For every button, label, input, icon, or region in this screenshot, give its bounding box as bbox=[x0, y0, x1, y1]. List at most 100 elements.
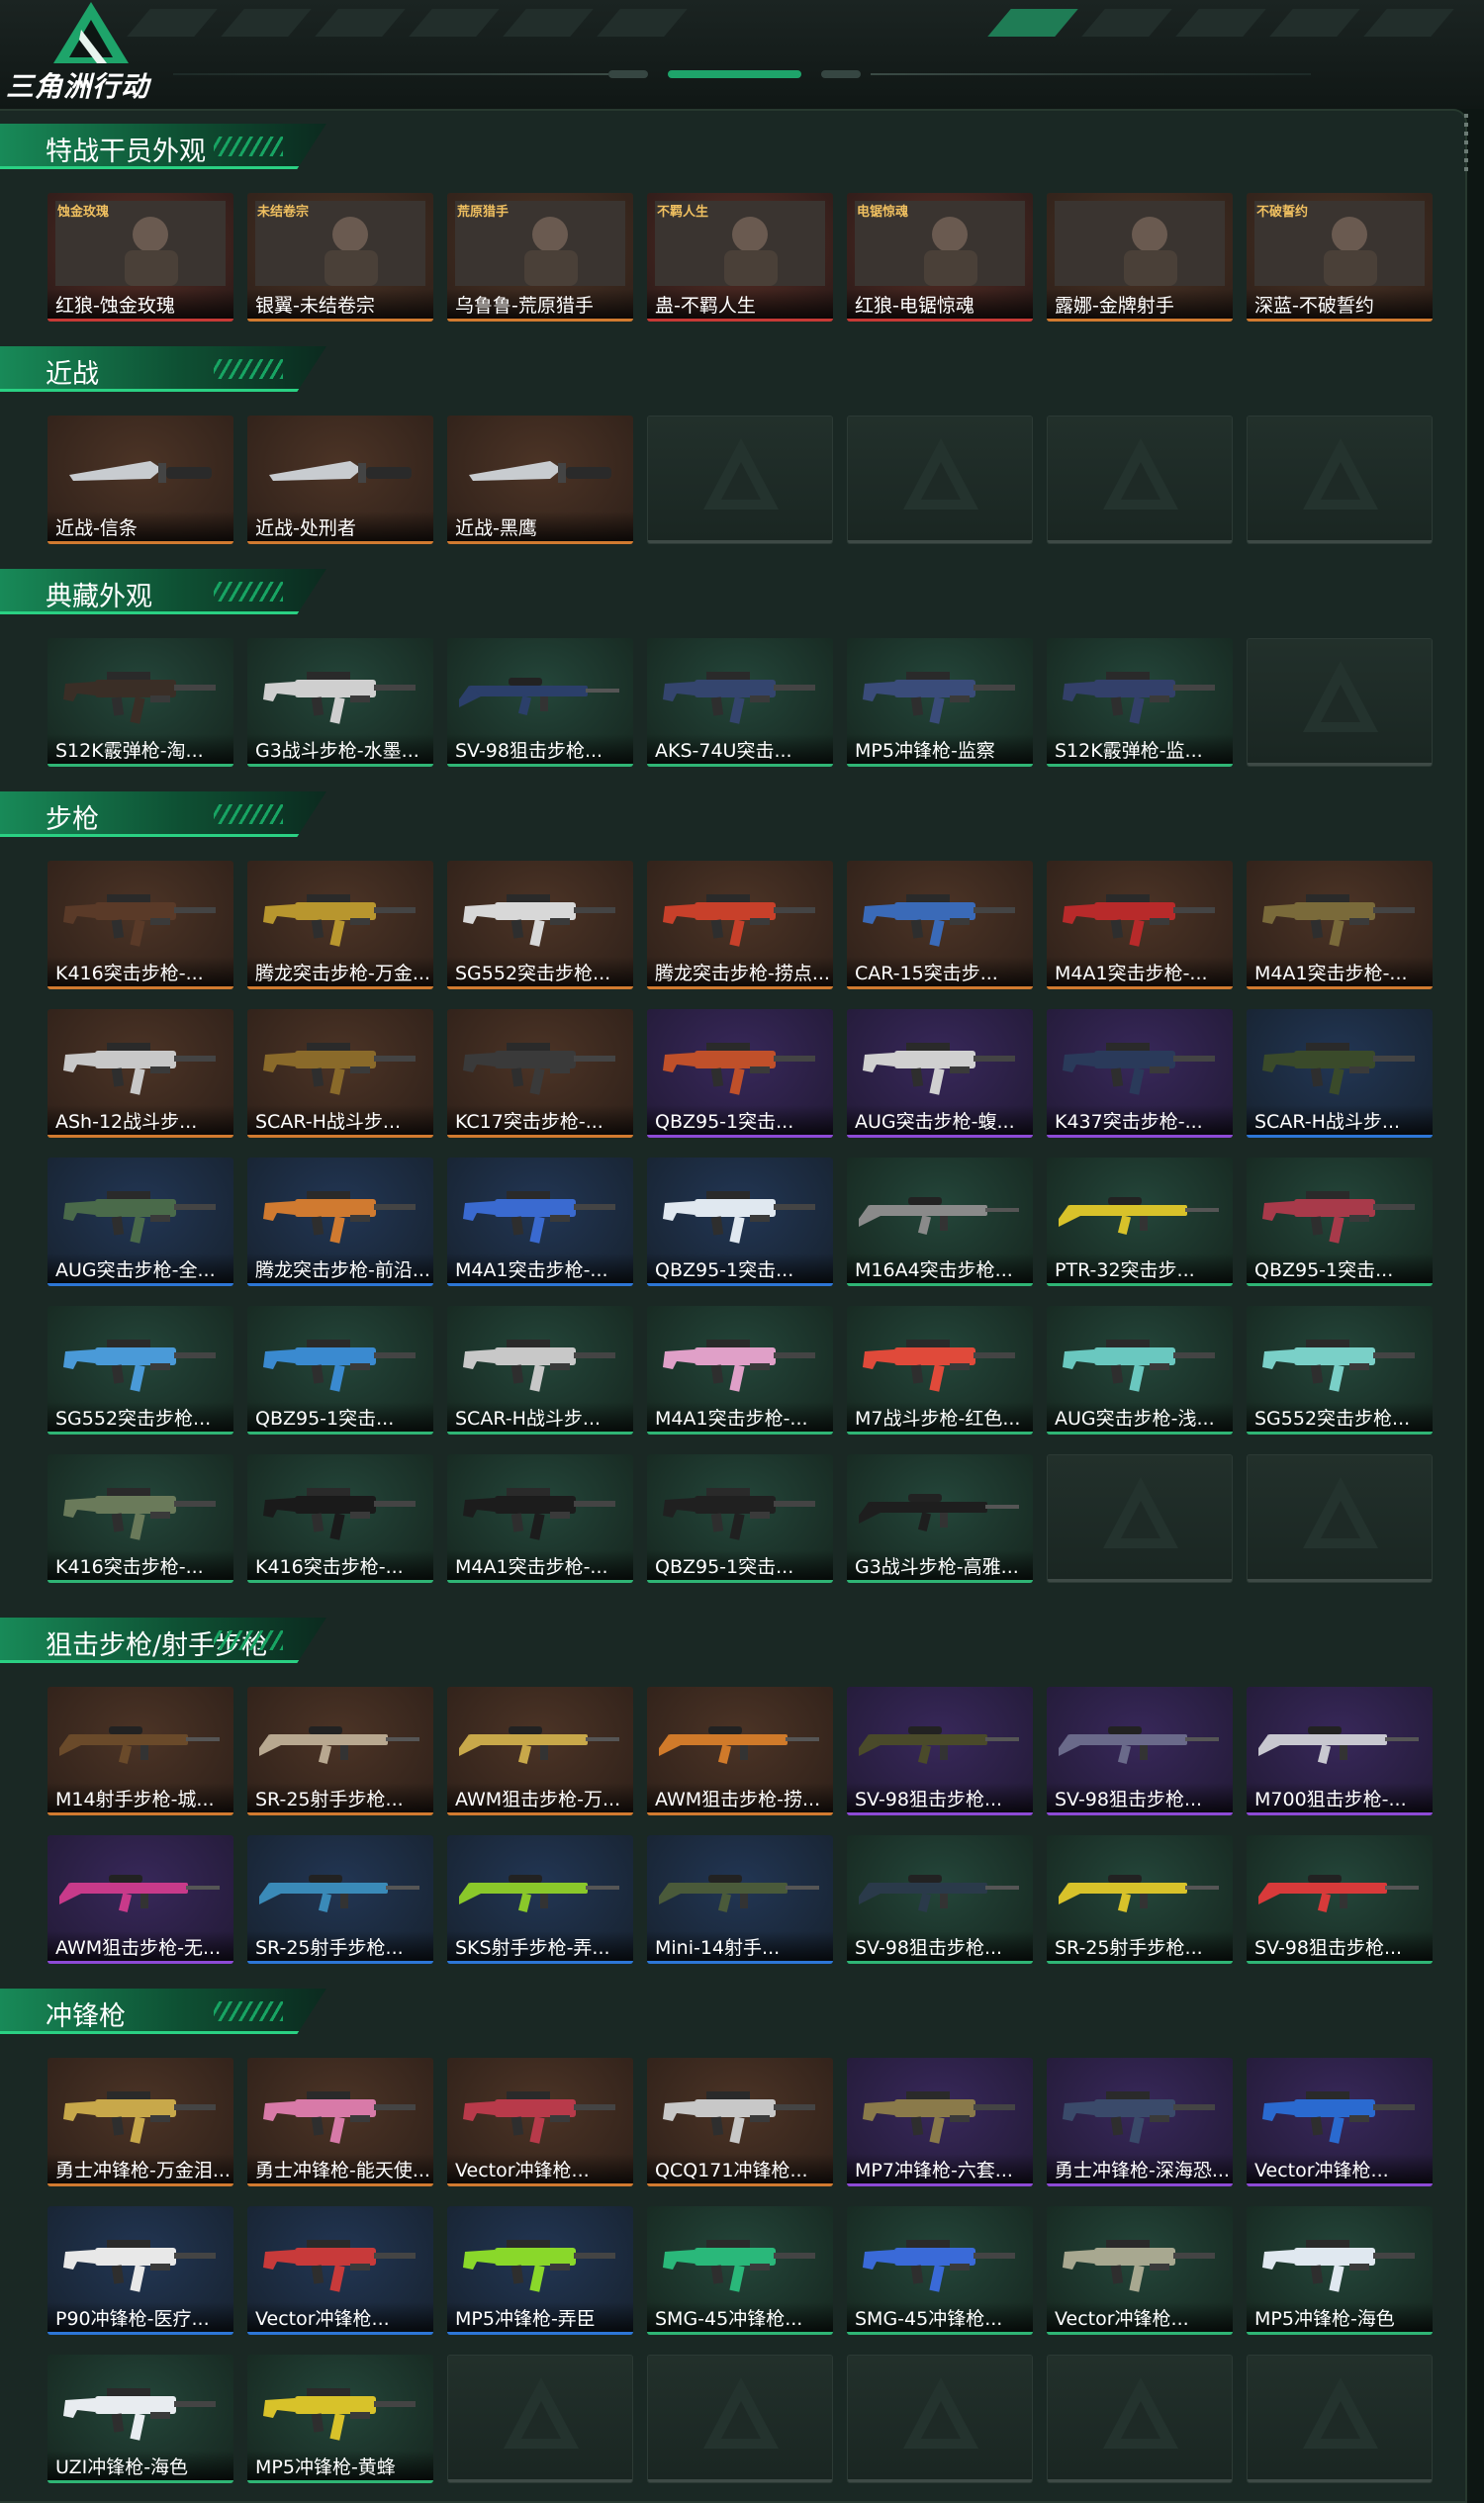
skin-card[interactable]: M4A1突击步枪-... bbox=[1047, 861, 1233, 989]
skin-card[interactable]: 荒原猎手 乌鲁鲁-荒原猎手 bbox=[447, 193, 633, 322]
skin-card[interactable]: 勇士冲锋枪-万金泪... bbox=[47, 2058, 233, 2186]
skin-card[interactable]: SCAR-H战斗步... bbox=[1247, 1009, 1433, 1138]
skin-card[interactable]: M16A4突击步枪... bbox=[847, 1158, 1033, 1286]
skin-card[interactable]: AWM狙击步枪-万... bbox=[447, 1687, 633, 1815]
card-label: M4A1突击步枪-... bbox=[447, 1550, 633, 1580]
rarity-bar bbox=[1247, 1135, 1433, 1138]
skin-card[interactable]: Vector冲锋枪... bbox=[447, 2058, 633, 2186]
skin-card[interactable]: P90冲锋枪-医疗... bbox=[47, 2206, 233, 2335]
skin-card[interactable]: MP5冲锋枪-监察 bbox=[847, 638, 1033, 767]
skin-card[interactable]: SMG-45冲锋枪... bbox=[847, 2206, 1033, 2335]
rarity-bar bbox=[247, 1812, 433, 1815]
card-label: SR-25射手步枪... bbox=[1047, 1931, 1233, 1961]
skin-card[interactable]: 勇士冲锋枪-深海恐... bbox=[1047, 2058, 1233, 2186]
skin-card[interactable]: M4A1突击步枪-... bbox=[447, 1158, 633, 1286]
weapon-image bbox=[1262, 2091, 1415, 2144]
skin-card[interactable]: MP5冲锋枪-黄蜂 bbox=[247, 2355, 433, 2483]
rarity-bar bbox=[847, 986, 1033, 989]
skin-card[interactable]: SV-98狙击步枪... bbox=[847, 1687, 1033, 1815]
skin-card[interactable]: 蚀金玫瑰 红狼-蚀金玫瑰 bbox=[47, 193, 233, 322]
skin-card[interactable]: K416突击步枪-... bbox=[247, 1454, 433, 1583]
skin-card[interactable]: S12K霰弹枪-淘... bbox=[47, 638, 233, 767]
skin-card[interactable]: K416突击步枪-... bbox=[47, 861, 233, 989]
skin-card[interactable]: 不羁人生 蛊-不羁人生 bbox=[647, 193, 833, 322]
skin-card[interactable]: AWM狙击步枪-无... bbox=[47, 1835, 233, 1964]
skin-card[interactable]: 不破誓约 深蓝-不破誓约 bbox=[1247, 193, 1433, 322]
skin-card[interactable]: SV-98狙击步枪... bbox=[847, 1835, 1033, 1964]
skin-card[interactable]: KC17突击步枪-... bbox=[447, 1009, 633, 1138]
skin-card[interactable]: SR-25射手步枪... bbox=[247, 1687, 433, 1815]
skin-card[interactable]: UZI冲锋枪-海色 bbox=[47, 2355, 233, 2483]
skin-card[interactable]: QBZ95-1突击... bbox=[647, 1009, 833, 1138]
skin-card[interactable]: M4A1突击步枪-... bbox=[1247, 861, 1433, 989]
card-label: 勇士冲锋枪-万金泪... bbox=[47, 2154, 233, 2183]
skin-card[interactable]: QBZ95-1突击... bbox=[247, 1306, 433, 1435]
rarity-bar bbox=[247, 1580, 433, 1583]
skin-card[interactable]: SCAR-H战斗步... bbox=[447, 1306, 633, 1435]
skin-card[interactable]: 电锯惊魂 红狼-电锯惊魂 bbox=[847, 193, 1033, 322]
skin-card[interactable]: Vector冲锋枪... bbox=[1047, 2206, 1233, 2335]
scrollbar[interactable] bbox=[1464, 114, 1468, 173]
skin-card[interactable]: M4A1突击步枪-... bbox=[647, 1306, 833, 1435]
skin-card[interactable]: AUG突击步枪-浅... bbox=[1047, 1306, 1233, 1435]
skin-card[interactable]: Vector冲锋枪... bbox=[1247, 2058, 1433, 2186]
skin-card[interactable]: SG552突击步枪... bbox=[447, 861, 633, 989]
skin-card[interactable]: AUG突击步枪-蝮... bbox=[847, 1009, 1033, 1138]
skin-card[interactable]: SV-98狙击步枪... bbox=[1047, 1687, 1233, 1815]
weapon-image bbox=[463, 1191, 615, 1244]
rarity-bar bbox=[247, 2480, 433, 2483]
section-header-stripes bbox=[214, 582, 283, 602]
rarity-bar bbox=[647, 319, 833, 322]
skin-card[interactable]: SR-25射手步枪... bbox=[247, 1835, 433, 1964]
skin-card[interactable]: M4A1突击步枪-... bbox=[447, 1454, 633, 1583]
skin-card[interactable]: SR-25射手步枪... bbox=[1047, 1835, 1233, 1964]
weapon-image bbox=[263, 1191, 416, 1244]
skin-card[interactable]: PTR-32突击步... bbox=[1047, 1158, 1233, 1286]
skin-card[interactable]: M700狙击步枪-... bbox=[1247, 1687, 1433, 1815]
skin-card[interactable]: 腾龙突击步枪-前沿... bbox=[247, 1158, 433, 1286]
skin-card[interactable]: SV-98狙击步枪... bbox=[447, 638, 633, 767]
skin-card[interactable]: QBZ95-1突击... bbox=[647, 1454, 833, 1583]
skin-card[interactable]: 腾龙突击步枪-万金... bbox=[247, 861, 433, 989]
skin-card[interactable]: QBZ95-1突击... bbox=[647, 1158, 833, 1286]
rarity-bar bbox=[1047, 319, 1233, 322]
skin-card[interactable]: M7战斗步枪-红色... bbox=[847, 1306, 1033, 1435]
skin-card[interactable]: SMG-45冲锋枪... bbox=[647, 2206, 833, 2335]
skin-card[interactable]: K416突击步枪-... bbox=[47, 1454, 233, 1583]
skin-card[interactable]: SG552突击步枪... bbox=[47, 1306, 233, 1435]
skin-card[interactable]: AUG突击步枪-全... bbox=[47, 1158, 233, 1286]
card-label: SV-98狙击步枪... bbox=[1247, 1931, 1433, 1961]
card-label: SV-98狙击步枪... bbox=[847, 1931, 1033, 1961]
skin-card[interactable]: QCQ171冲锋枪... bbox=[647, 2058, 833, 2186]
skin-card[interactable]: QBZ95-1突击... bbox=[1247, 1158, 1433, 1286]
skin-card[interactable]: 近战-处刑者 bbox=[247, 416, 433, 544]
skin-card[interactable]: SV-98狙击步枪... bbox=[1247, 1835, 1433, 1964]
skin-card[interactable]: K437突击步枪-... bbox=[1047, 1009, 1233, 1138]
skin-card[interactable]: S12K霰弹枪-监... bbox=[1047, 638, 1233, 767]
skin-card[interactable]: MP5冲锋枪-海色 bbox=[1247, 2206, 1433, 2335]
card-label: 腾龙突击步枪-前沿... bbox=[247, 1253, 433, 1283]
skin-card[interactable]: Vector冲锋枪... bbox=[247, 2206, 433, 2335]
skin-card[interactable]: AWM狙击步枪-捞... bbox=[647, 1687, 833, 1815]
skin-card[interactable]: MP7冲锋枪-六套... bbox=[847, 2058, 1033, 2186]
skin-card[interactable]: 露娜-金牌射手 bbox=[1047, 193, 1233, 322]
skin-card[interactable]: 未结卷宗 银翼-未结卷宗 bbox=[247, 193, 433, 322]
skin-card[interactable]: ASh-12战斗步... bbox=[47, 1009, 233, 1138]
skin-card[interactable]: 腾龙突击步枪-捞点... bbox=[647, 861, 833, 989]
skin-card[interactable]: G3战斗步枪-高雅... bbox=[847, 1454, 1033, 1583]
skin-card[interactable]: SCAR-H战斗步... bbox=[247, 1009, 433, 1138]
skin-card[interactable]: AKS-74U突击... bbox=[647, 638, 833, 767]
skin-card[interactable]: Mini-14射手... bbox=[647, 1835, 833, 1964]
skin-card[interactable]: 勇士冲锋枪-能天使... bbox=[247, 2058, 433, 2186]
skin-card[interactable]: 近战-信条 bbox=[47, 416, 233, 544]
card-label: 近战-处刑者 bbox=[247, 511, 433, 541]
skin-card[interactable]: MP5冲锋枪-弄臣 bbox=[447, 2206, 633, 2335]
skin-card[interactable]: SKS射手步枪-弄... bbox=[447, 1835, 633, 1964]
weapon-image bbox=[463, 2240, 615, 2292]
skin-card[interactable]: G3战斗步枪-水墨... bbox=[247, 638, 433, 767]
weapon-image bbox=[1262, 894, 1415, 947]
skin-card[interactable]: 近战-黑鹰 bbox=[447, 416, 633, 544]
skin-card[interactable]: M14射手步枪-城... bbox=[47, 1687, 233, 1815]
skin-card[interactable]: SG552突击步枪... bbox=[1247, 1306, 1433, 1435]
skin-card[interactable]: CAR-15突击步... bbox=[847, 861, 1033, 989]
